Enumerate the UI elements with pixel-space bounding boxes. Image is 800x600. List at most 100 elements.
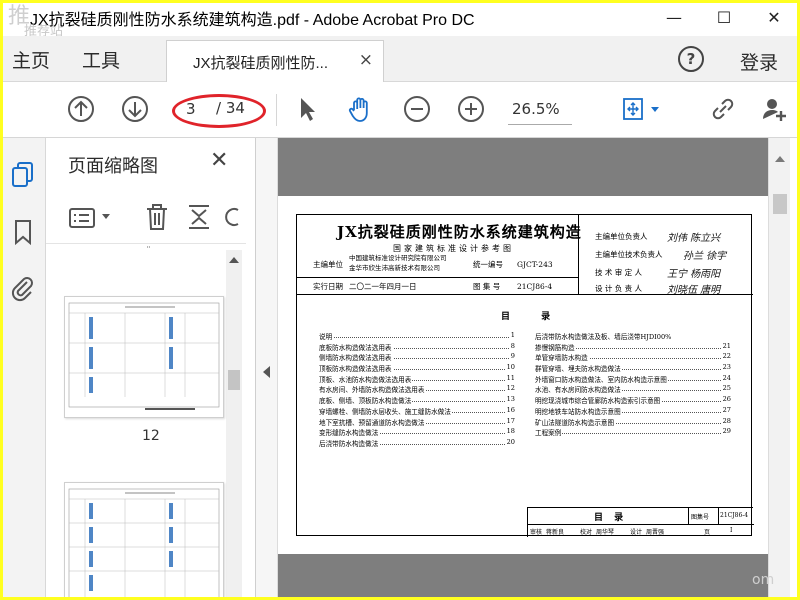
toc-item: 工程案例 29 [535, 427, 731, 438]
toc-item-page: 1 [509, 331, 515, 339]
titleblock-cell: 校对 [580, 529, 593, 536]
scroll-up-arrow-icon[interactable] [229, 256, 239, 264]
toc-item-label: 后浇带防水构造做法及板、墙后浇带HJDI00% [535, 331, 673, 341]
add-user-icon[interactable] [760, 94, 790, 124]
thumbnail-scrollbar[interactable] [226, 250, 242, 600]
toc-item: 穿墙螺栓、侧墙防水层收头、施工缝防水做法 16 [319, 405, 515, 417]
toc-item: 侧墙防水构造做法选用表 9 [319, 352, 515, 363]
scrollbar-thumb[interactable] [773, 194, 787, 214]
document-tab[interactable]: JX抗裂硅质刚性防... × [166, 40, 384, 82]
minimize-button[interactable]: — [654, 4, 694, 32]
panel-collapse-strip[interactable] [256, 138, 278, 600]
arrow-up-circle-icon[interactable] [66, 94, 96, 124]
help-button[interactable]: ? [678, 46, 704, 72]
menu-bar: 主页 工具 JX抗裂硅质刚性防... × ? 登录 [0, 36, 800, 82]
toc-item-page: 13 [505, 395, 515, 404]
toc-item-label: 群管穿墙、埋夫防水构造做法 [535, 363, 622, 374]
arrow-down-circle-icon[interactable] [120, 94, 150, 124]
chevron-down-icon[interactable] [650, 106, 660, 114]
close-window-button[interactable]: ✕ [754, 4, 794, 32]
collapse-arrow-icon[interactable] [263, 366, 270, 378]
fit-page-icon[interactable] [618, 94, 648, 124]
toc-item-label: 后浇带防水构造做法 [319, 437, 380, 448]
header-divider [297, 277, 579, 278]
toc-title: 目 录 [501, 312, 565, 322]
zoom-level[interactable]: 26.5% [512, 100, 560, 118]
toc-left-column: 说明 1 底板防水构造做法选用表 8 侧墙防水构造做法选用表 9 顶板防水构造做法选用… [319, 331, 515, 449]
cursor-icon[interactable] [292, 94, 322, 124]
toc-item-label: 矿山法隧道防水构造示意图 [535, 416, 616, 427]
panel-toolbar [46, 192, 246, 244]
close-panel-button[interactable]: ✕ [210, 148, 228, 173]
scroll-up-arrow-icon[interactable] [775, 156, 785, 162]
login-button[interactable]: 登录 [740, 48, 778, 75]
zoom-underline [508, 124, 572, 125]
toc-item-page: 23 [721, 363, 731, 372]
extract-pages-icon[interactable] [186, 202, 212, 232]
close-tab-button[interactable]: × [359, 50, 373, 70]
page-thumbnail[interactable] [64, 482, 224, 600]
tab-tools[interactable]: 工具 [82, 46, 120, 73]
atlas-value: 21CJ86-4 [517, 282, 553, 291]
toc-item: 群管穿墙、埋夫防水构造做法 23 [535, 363, 731, 374]
document-tab-label: JX抗裂硅质刚性防... [193, 55, 329, 72]
role-label: 主编单位负责人 [595, 232, 648, 241]
rotate-icon[interactable] [224, 204, 240, 230]
toc-item-label: 侧墙防水构造做法选用表 [319, 352, 393, 363]
toc-item-page: 25 [721, 384, 731, 393]
thumbnail-page-number: 12 [142, 428, 160, 444]
toc-item-label: 顶板防水构造做法选用表 [319, 363, 393, 374]
hand-icon[interactable] [346, 94, 376, 124]
zoom-in-icon[interactable] [456, 94, 486, 124]
toc-item: 单管穿墙防水构造 22 [535, 352, 731, 363]
role-signature: 刘伟 陈立兴 [667, 233, 721, 244]
role-signature: 孙兰 徐宇 [683, 251, 727, 262]
share-link-icon[interactable] [708, 94, 738, 124]
titleblock-atlas-value: 21CJ86-4 [720, 512, 749, 519]
toolbar: / 34 26.5% [0, 82, 800, 138]
maximize-button[interactable]: ☐ [704, 4, 744, 32]
toc-item-label: 底板防水构造做法选用表 [319, 341, 393, 352]
bookmark-icon[interactable] [9, 218, 37, 246]
zoom-out-icon[interactable] [402, 94, 432, 124]
toc-item: 后浇带防水构造做法及板、墙后浇带HJDI00% [535, 331, 731, 342]
toc-item-label: 顶板、水池防水构造做法选用表 [319, 373, 413, 384]
toc-item: 地下室抗槽、预留通道防水构造做法 17 [319, 416, 515, 428]
thumbnails-icon[interactable] [9, 160, 37, 188]
scroll-marker: ¨ [146, 246, 151, 257]
tab-home[interactable]: 主页 [12, 46, 50, 73]
attachment-icon[interactable] [9, 274, 37, 302]
role-label: 主编单位技术负责人 [595, 250, 663, 259]
titleblock-atlas-label: 图集号 [691, 514, 710, 521]
trash-icon[interactable] [144, 202, 170, 232]
thumbnail-preview [68, 302, 220, 410]
titleblock-cell: 蒋新良 [546, 529, 565, 536]
left-nav-rail [0, 138, 46, 600]
toc-item-page: 10 [505, 363, 515, 372]
toc-item-page: 8 [509, 341, 515, 350]
toc-item-page: 22 [721, 352, 731, 361]
toc-item-label: 地下室抗槽、预留通道防水构造做法 [319, 416, 426, 427]
toc-item-page: 26 [721, 395, 731, 404]
scrollbar-thumb[interactable] [228, 370, 240, 390]
title-bar: 推 JX抗裂硅质刚性防水系统建筑构造.pdf - Adobe Acrobat P… [0, 0, 800, 39]
toc-item-label: 工程案例 [535, 427, 563, 438]
toc-item-label: 穿墙螺栓、侧墙防水层收头、施工缝防水做法 [319, 405, 452, 416]
chevron-down-icon[interactable] [102, 214, 110, 220]
toc-item: 变形缝防水构造做法 18 [319, 427, 515, 438]
title-block: 目 录 图集号 21CJ86-4 审核 蒋新良 校对 周华琴 设计 周晋强 页 … [527, 507, 754, 537]
document-scrollbar[interactable] [768, 138, 790, 600]
options-menu-icon[interactable] [68, 206, 96, 230]
toc-item: 顶板防水构造做法选用表 10 [319, 363, 515, 374]
page-thumbnail[interactable] [64, 296, 224, 418]
editor-1: 中国建筑标准设计研究院有限公司 [349, 254, 447, 262]
current-page-input[interactable] [186, 99, 208, 119]
total-pages: / 34 [216, 99, 245, 117]
sheet-header: JX抗裂硅质刚性防水系统建筑构造 国家建筑标准设计参考图 主编单位 中国建筑标准… [297, 215, 753, 296]
page-navigator: / 34 [178, 95, 258, 123]
document-view[interactable]: JX抗裂硅质刚性防水系统建筑构造 国家建筑标准设计参考图 主编单位 中国建筑标准… [278, 138, 768, 600]
titleblock-cell: 周晋强 [646, 529, 665, 536]
titleblock-divider [718, 508, 719, 524]
thumbnail-preview [68, 488, 220, 600]
atlas-label: 图 集 号 [473, 282, 501, 291]
